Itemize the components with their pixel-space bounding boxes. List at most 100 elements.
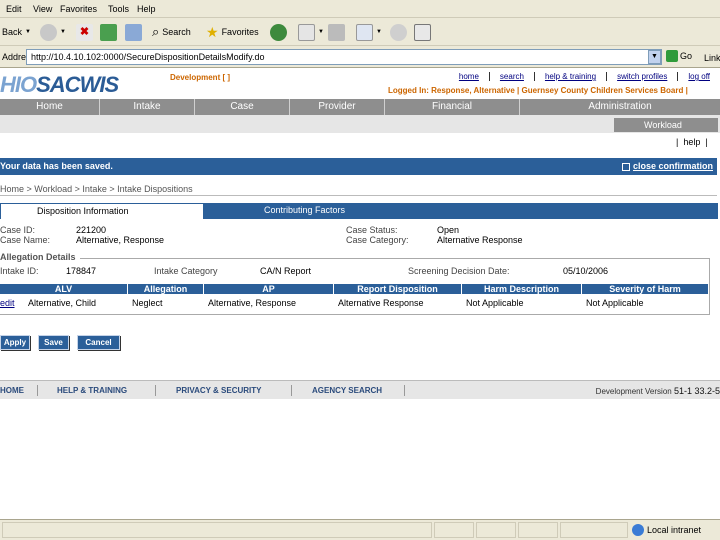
browser-statusbar: Local intranet xyxy=(0,519,720,540)
status-pane xyxy=(2,522,432,538)
star-icon: ★ xyxy=(206,23,219,40)
footer-help-training-link[interactable]: HELP & TRAINING xyxy=(57,386,127,395)
back-label: Back xyxy=(2,27,23,37)
menu-view[interactable]: View xyxy=(33,4,52,14)
tab-contributing-factors[interactable]: Contributing Factors xyxy=(204,203,718,217)
edit-link[interactable]: edit xyxy=(0,297,24,309)
stop-button[interactable]: ✖ xyxy=(76,21,93,43)
col-ap: AP xyxy=(204,284,334,294)
mail-icon xyxy=(298,23,315,41)
col-allegation: Allegation xyxy=(128,284,204,294)
intake-id-value: 178847 xyxy=(66,266,97,276)
nav-financial[interactable]: Financial xyxy=(385,99,520,115)
search-button[interactable]: ⌕ Search xyxy=(152,21,191,43)
tab-disposition-information[interactable]: Disposition Information xyxy=(0,203,204,219)
address-bar: Address http://10.4.10.102:0000/SecureDi… xyxy=(0,46,720,68)
cell-allegation: Neglect xyxy=(132,298,163,308)
allegation-grid-header: ALV Allegation AP Report Disposition Har… xyxy=(0,284,708,294)
history-button[interactable] xyxy=(270,21,287,43)
footer-home-link[interactable]: HOME xyxy=(0,386,24,395)
col-report-disposition: Report Disposition xyxy=(334,284,462,294)
environment-label: Development [ ] xyxy=(170,73,231,82)
cell-severity-of-harm: Not Applicable xyxy=(586,298,644,308)
menu-help[interactable]: Help xyxy=(137,4,156,14)
footer-separator xyxy=(404,385,405,396)
app-header: HIOSACWIS Development [ ] home search he… xyxy=(0,68,720,99)
chevron-down-icon: ▼ xyxy=(651,53,658,60)
home-link[interactable]: home xyxy=(449,72,489,81)
nav-intake[interactable]: Intake xyxy=(100,99,195,115)
footer-privacy-security-link[interactable]: PRIVACY & SECURITY xyxy=(176,386,262,395)
cell-report-disposition: Alternative Response xyxy=(338,298,424,308)
menu-tools[interactable]: Tools xyxy=(108,4,129,14)
search-link[interactable]: search xyxy=(488,72,534,81)
intake-category-value: CA/N Report xyxy=(260,266,312,276)
discuss-button[interactable] xyxy=(390,21,407,43)
case-id-value: 221200 xyxy=(76,225,107,235)
messenger-button[interactable] xyxy=(414,21,431,43)
chevron-down-icon: ▼ xyxy=(60,29,66,35)
links-button[interactable]: Links xyxy=(704,53,720,63)
log-off-link[interactable]: log off xyxy=(677,72,720,81)
menu-favorites[interactable]: Favorites xyxy=(60,4,97,14)
case-id-label: Case ID: xyxy=(0,225,36,235)
screening-date-label: Screening Decision Date: xyxy=(408,266,510,276)
menu-edit[interactable]: Edit xyxy=(6,4,22,14)
security-zone: Local intranet xyxy=(632,524,701,536)
help-link[interactable]: help xyxy=(683,137,700,147)
status-pane xyxy=(560,522,628,538)
address-input[interactable]: http://10.4.10.102:0000/SecureDispositio… xyxy=(26,49,662,65)
messenger-icon xyxy=(414,23,431,41)
screening-date-value: 05/10/2006 xyxy=(563,266,609,276)
favorites-label: Favorites xyxy=(221,27,259,37)
footer-agency-search-link[interactable]: AGENCY SEARCH xyxy=(312,386,382,395)
print-button[interactable] xyxy=(328,21,345,43)
go-arrow-icon xyxy=(666,50,678,62)
browser-menubar: Edit View Favorites Tools Help xyxy=(0,0,720,18)
logged-in-info: Logged In: Response, Alternative | Guern… xyxy=(388,86,688,95)
version-label: Development Version xyxy=(595,387,672,396)
footer-separator xyxy=(155,385,156,396)
subnav-workload[interactable]: Workload xyxy=(614,118,718,132)
apply-button[interactable]: Apply xyxy=(0,335,30,350)
version-value: 51-1 33.2-5 xyxy=(673,386,720,396)
version-info: Development Version 51-1 33.2-5 xyxy=(596,386,720,396)
breadcrumb: Home > Workload > Intake > Intake Dispos… xyxy=(0,184,193,194)
switch-profiles-link[interactable]: switch profiles xyxy=(606,72,677,81)
cell-alv: Alternative, Child xyxy=(28,298,97,308)
favorites-button[interactable]: ★ Favorites xyxy=(206,21,259,43)
confirmation-message: Your data has been saved. xyxy=(0,161,113,171)
page-footer: HOME HELP & TRAINING PRIVACY & SECURITY … xyxy=(0,380,720,399)
back-button[interactable]: Back ▼ xyxy=(2,21,31,43)
forward-button[interactable]: ▼ xyxy=(40,21,66,43)
cancel-button[interactable]: Cancel xyxy=(77,335,120,350)
col-severity-of-harm: Severity of Harm xyxy=(609,284,681,294)
close-confirmation-label: close confirmation xyxy=(632,161,713,171)
close-confirmation-link[interactable]: close confirmation xyxy=(621,158,713,175)
refresh-button[interactable] xyxy=(100,21,117,43)
home-icon xyxy=(125,23,142,41)
go-label: Go xyxy=(680,51,693,61)
ie-window: Edit View Favorites Tools Help Back ▼ ▼ ✖… xyxy=(0,0,720,540)
case-category-label: Case Category: xyxy=(346,235,409,245)
chevron-down-icon: ▼ xyxy=(25,29,31,35)
footer-separator xyxy=(291,385,292,396)
nav-case[interactable]: Case xyxy=(195,99,290,115)
ohio-sacwis-logo[interactable]: HIOSACWIS xyxy=(0,72,119,98)
intranet-icon xyxy=(632,524,644,536)
logo-prefix: HIO xyxy=(0,72,37,97)
nav-provider[interactable]: Provider xyxy=(290,99,385,115)
go-button[interactable]: Go xyxy=(666,50,692,62)
nav-administration[interactable]: Administration xyxy=(520,99,720,115)
mail-button[interactable]: ▼ xyxy=(298,21,324,43)
cell-harm-description: Not Applicable xyxy=(466,298,524,308)
home-button[interactable] xyxy=(125,21,142,43)
nav-home[interactable]: Home xyxy=(0,99,100,115)
address-dropdown-button[interactable]: ▼ xyxy=(648,50,661,64)
intake-id-label: Intake ID: xyxy=(0,266,39,276)
help-training-link[interactable]: help & training xyxy=(533,72,606,81)
search-icon: ⌕ xyxy=(152,24,160,39)
save-button[interactable]: Save xyxy=(38,335,69,350)
edit-button[interactable]: ▼ xyxy=(356,21,382,43)
case-status-value: Open xyxy=(437,225,460,235)
